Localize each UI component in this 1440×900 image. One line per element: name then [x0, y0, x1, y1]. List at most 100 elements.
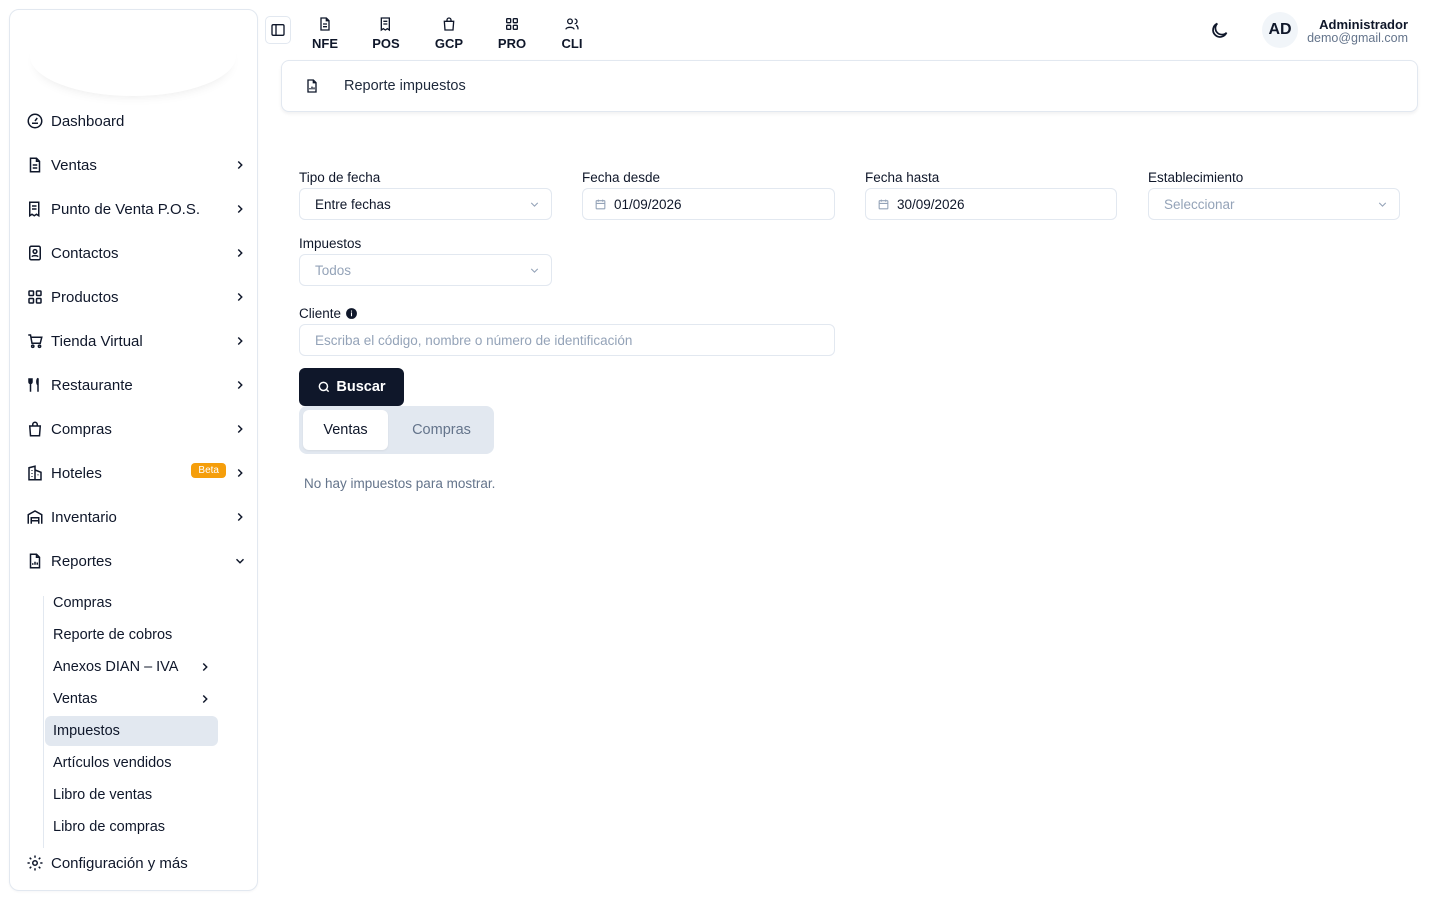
- chevron-right-icon: [232, 465, 248, 481]
- chevron-down-icon: [528, 198, 541, 211]
- moon-icon: [1209, 20, 1231, 41]
- search-button[interactable]: Buscar: [299, 368, 404, 406]
- contact-book-icon: [26, 244, 44, 262]
- subitem-articulos-vendidos[interactable]: Artículos vendidos: [45, 748, 218, 778]
- subitem-libro-compras[interactable]: Libro de compras: [45, 812, 218, 842]
- info-icon[interactable]: [345, 307, 358, 320]
- fecha-desde-input[interactable]: 01/09/2026: [582, 188, 835, 220]
- module-gcp[interactable]: GCP: [429, 12, 469, 51]
- sidebar-item-productos[interactable]: Productos: [26, 283, 248, 311]
- user-email: demo@gmail.com: [1307, 31, 1408, 45]
- select-placeholder: Todos: [315, 262, 352, 278]
- page-header: Reporte impuestos: [281, 60, 1418, 112]
- module-label: GCP: [434, 36, 464, 51]
- sidebar-item-contactos[interactable]: Contactos: [26, 239, 248, 267]
- subitem-ventas[interactable]: Ventas: [45, 684, 218, 714]
- cliente-label-row: Cliente: [299, 306, 358, 321]
- beta-badge: Beta: [191, 463, 226, 478]
- subitem-label: Impuestos: [53, 723, 120, 739]
- module-nfe[interactable]: NFE: [305, 12, 345, 51]
- sidebar-item-label: Restaurante: [51, 376, 133, 394]
- submenu-divider: [43, 596, 44, 848]
- page-title: Reporte impuestos: [344, 78, 466, 94]
- subitem-label: Libro de compras: [53, 819, 166, 835]
- tipo-fecha-select[interactable]: Entre fechas: [299, 188, 552, 220]
- sidebar-item-label: Inventario: [51, 508, 117, 526]
- tab-compras[interactable]: Compras: [393, 410, 490, 450]
- subitem-impuestos[interactable]: Impuestos: [45, 716, 218, 746]
- report-icon: [304, 78, 320, 94]
- users-icon: [564, 16, 580, 32]
- impuestos-select[interactable]: Todos: [299, 254, 552, 286]
- report-icon: [26, 552, 44, 570]
- sidebar-item-dashboard[interactable]: Dashboard: [26, 107, 248, 135]
- tipo-fecha-label: Tipo de fecha: [299, 170, 381, 185]
- sidebar-item-restaurante[interactable]: Restaurante: [26, 371, 248, 399]
- sidebar-item-tienda-virtual[interactable]: Tienda Virtual: [26, 327, 248, 355]
- cart-icon: [26, 332, 44, 350]
- search-icon: [317, 380, 336, 394]
- theme-toggle-button[interactable]: [1209, 20, 1231, 42]
- cliente-search-input[interactable]: Escriba el código, nombre o número de id…: [299, 324, 835, 356]
- sidebar-item-hoteles[interactable]: Hoteles Beta: [26, 459, 248, 487]
- subitem-anexos-dian[interactable]: Anexos DIAN – IVA: [45, 652, 218, 682]
- empty-message: No hay impuestos para mostrar.: [304, 476, 496, 491]
- module-pos[interactable]: POS: [366, 12, 406, 51]
- file-text-icon: [26, 156, 44, 174]
- subitem-compras[interactable]: Compras: [45, 588, 218, 618]
- sidebar-item-label: Hoteles: [51, 464, 102, 482]
- calendar-icon: [594, 198, 607, 211]
- grid-icon: [26, 288, 44, 306]
- subitem-reporte-cobros[interactable]: Reporte de cobros: [45, 620, 218, 650]
- sidebar-item-label: Compras: [51, 420, 112, 438]
- chevron-right-icon: [232, 377, 248, 393]
- gauge-icon: [26, 112, 44, 130]
- date-value: 01/09/2026: [614, 196, 682, 212]
- sidebar-item-label: Configuración y más: [51, 854, 188, 872]
- impuestos-label: Impuestos: [299, 236, 362, 251]
- building-icon: [26, 464, 44, 482]
- chevron-right-icon: [232, 333, 248, 349]
- logo[interactable]: [30, 16, 236, 96]
- receipt-icon: [26, 200, 44, 218]
- sidebar-item-reportes[interactable]: Reportes: [26, 547, 248, 575]
- select-placeholder: Seleccionar: [1164, 196, 1235, 212]
- chevron-right-icon: [232, 157, 248, 173]
- subitem-label: Libro de ventas: [53, 787, 153, 803]
- document-icon: [317, 16, 333, 32]
- sidebar-item-configuracion[interactable]: Configuración y más: [26, 849, 248, 877]
- module-label: CLI: [561, 36, 583, 51]
- subitem-label: Compras: [53, 595, 112, 611]
- subitem-label: Anexos DIAN – IVA: [53, 659, 179, 675]
- module-pro[interactable]: PRO: [492, 12, 532, 51]
- tabs: Ventas Compras: [299, 406, 494, 454]
- chevron-right-icon: [198, 660, 212, 674]
- module-label: POS: [372, 36, 400, 51]
- tab-ventas[interactable]: Ventas: [303, 410, 388, 450]
- establecimiento-select[interactable]: Seleccionar: [1148, 188, 1400, 220]
- fecha-hasta-input[interactable]: 30/09/2026: [865, 188, 1117, 220]
- select-value: Entre fechas: [315, 196, 391, 212]
- module-label: PRO: [497, 36, 527, 51]
- calendar-icon: [877, 198, 890, 211]
- sidebar-item-label: Punto de Venta P.O.S.: [51, 200, 201, 218]
- chevron-right-icon: [198, 692, 212, 706]
- sidebar-item-label: Reportes: [51, 552, 112, 570]
- sidebar-item-compras[interactable]: Compras: [26, 415, 248, 443]
- chevron-right-icon: [232, 421, 248, 437]
- avatar[interactable]: AD: [1262, 12, 1298, 48]
- grid-icon: [504, 16, 520, 32]
- sidebar-toggle-button[interactable]: [265, 16, 291, 44]
- module-label: NFE: [312, 36, 338, 51]
- receipt-icon: [378, 16, 394, 32]
- chevron-down-icon: [232, 553, 248, 569]
- sidebar-item-inventario[interactable]: Inventario: [26, 503, 248, 531]
- sidebar-item-ventas[interactable]: Ventas: [26, 151, 248, 179]
- fecha-desde-label: Fecha desde: [582, 170, 661, 185]
- bag-icon: [26, 420, 44, 438]
- gear-icon: [26, 854, 44, 872]
- module-cli[interactable]: CLI: [552, 12, 592, 51]
- subitem-label: Reporte de cobros: [53, 627, 173, 643]
- subitem-libro-ventas[interactable]: Libro de ventas: [45, 780, 218, 810]
- sidebar-item-pos[interactable]: Punto de Venta P.O.S.: [26, 195, 248, 223]
